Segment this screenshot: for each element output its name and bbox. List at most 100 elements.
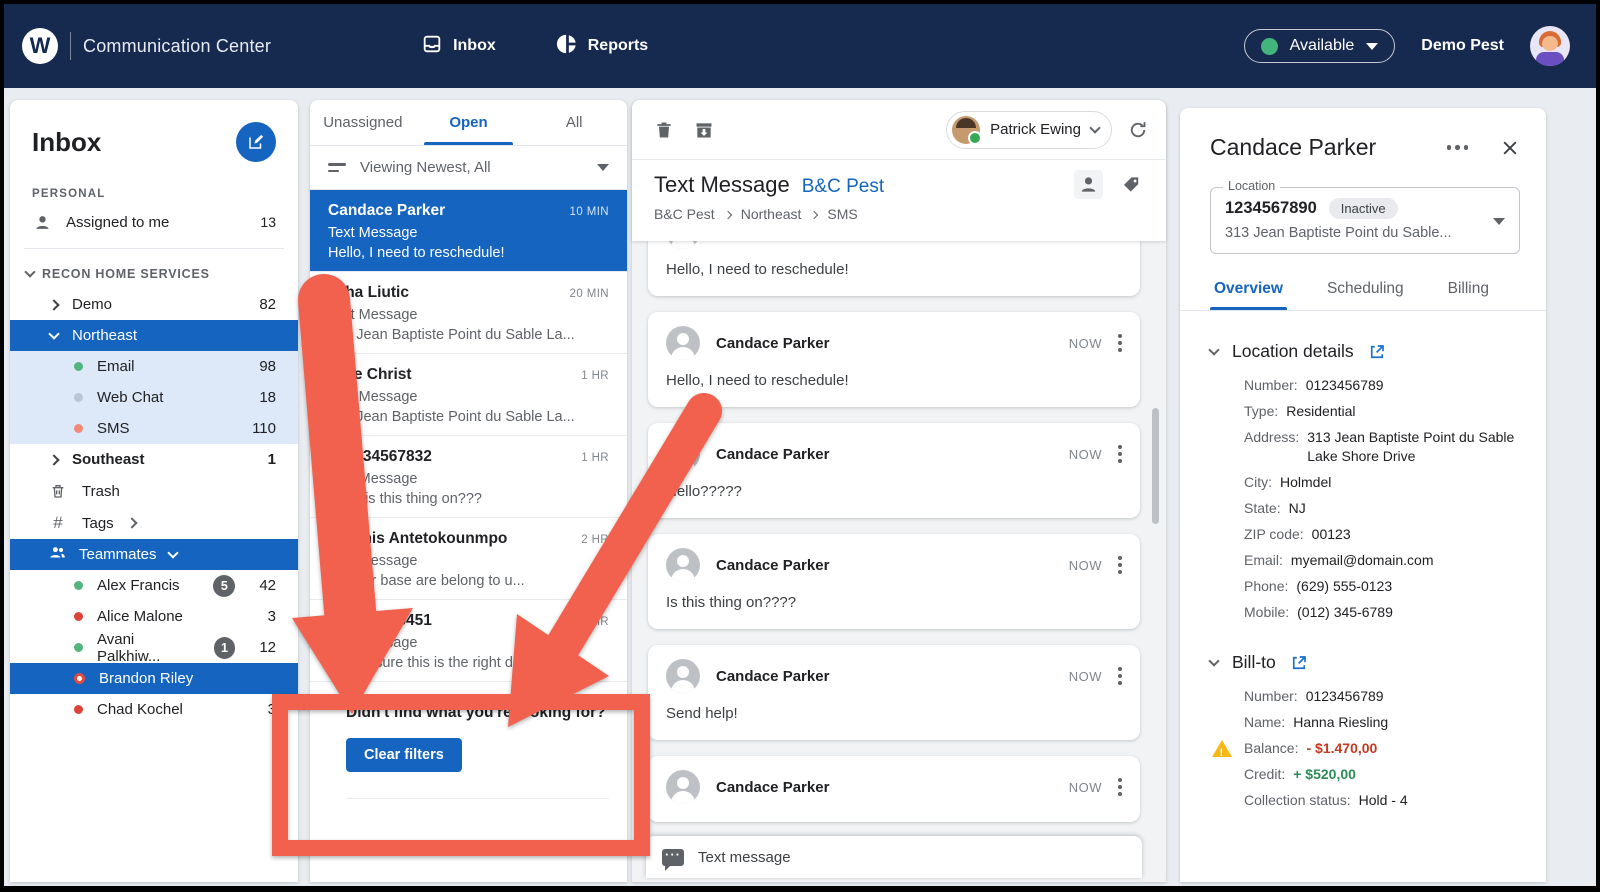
message-menu-icon[interactable] <box>1118 334 1122 352</box>
message-composer[interactable]: Text message <box>646 836 1142 878</box>
conversation-item[interactable]: Miha Liutic 20 MIN Text Message 313 Jean … <box>310 272 627 354</box>
conversation-time: 1 HR <box>581 370 609 382</box>
row-value: (629) 555-0123 <box>1296 578 1393 594</box>
teammate-count: 42 <box>259 577 276 594</box>
message-menu-icon[interactable] <box>1118 778 1122 796</box>
tag-icon[interactable] <box>1117 170 1146 199</box>
tab-overview[interactable]: Overview <box>1210 280 1287 310</box>
sidebar-item-teammates[interactable]: Teammates <box>10 539 298 570</box>
teammate-avani-palkhiw[interactable]: Avani Palkhiw... 1 12 <box>10 631 298 665</box>
sidebar-item-web-chat[interactable]: Web Chat 18 <box>10 382 298 413</box>
composer-placeholder: Text message <box>698 848 791 866</box>
sidebar-item-southeast[interactable]: Southeast 1 <box>10 444 298 475</box>
top-navbar: W Communication Center Inbox Reports Ava… <box>4 4 1596 88</box>
assigned-count: 13 <box>260 214 276 230</box>
conversation-preview: Hello is this thing on??? <box>328 491 482 507</box>
breadcrumb-item[interactable]: B&C Pest <box>654 206 715 222</box>
availability-dropdown[interactable]: Available <box>1243 29 1396 63</box>
chevron-down-icon <box>1208 654 1220 667</box>
row-label: Number: <box>1244 688 1298 704</box>
clear-filters-button[interactable]: Clear filters <box>346 738 462 772</box>
tab-scheduling[interactable]: Scheduling <box>1327 280 1404 310</box>
breadcrumb-item[interactable]: SMS <box>827 206 857 222</box>
sidebar-org-header[interactable]: RECON HOME SERVICES <box>10 259 298 289</box>
conversation-item[interactable]: +18734567832 1 HR Text Message Hello is t… <box>310 436 627 518</box>
teammate-alex-francis[interactable]: Alex Francis 5 42 <box>10 570 298 601</box>
bill-to-header[interactable]: Bill-to <box>1208 652 1520 673</box>
message-card: Candace Parker NOW Send help! <box>648 645 1140 740</box>
tree-count: 82 <box>259 296 276 313</box>
conversation-name: +17364523451 <box>328 612 432 629</box>
message-card: Candace Parker NOW Hello, I need to resc… <box>648 312 1140 407</box>
conversation-item[interactable]: Giannis Antetokounmpo 2 HR Text Message A… <box>310 518 627 600</box>
message-text: Hello, I need to reschedule! <box>666 372 849 389</box>
message-menu-icon[interactable] <box>1118 445 1122 463</box>
chevron-down-icon <box>597 164 609 171</box>
chevron-down-icon <box>1089 122 1101 134</box>
sort-icon <box>328 163 346 172</box>
teammate-alice-malone[interactable]: Alice Malone 3 <box>10 601 298 632</box>
conversation-item[interactable]: Candace Parker 10 MIN Text Message Hello,… <box>310 190 627 272</box>
tab-unassigned[interactable]: Unassigned <box>310 100 416 145</box>
chevron-right-icon <box>48 298 60 311</box>
status-dot <box>74 705 83 714</box>
sidebar-item-sms[interactable]: SMS 110 <box>10 413 298 444</box>
scrollbar-thumb[interactable] <box>1152 408 1159 524</box>
sidebar-item-email[interactable]: Email 98 <box>10 351 298 382</box>
sidebar-item-trash[interactable]: Trash <box>10 475 298 507</box>
assignee-dropdown[interactable]: Patrick Ewing <box>946 110 1112 149</box>
location-status-badge: Inactive <box>1328 198 1398 219</box>
detail-row: ZIP code: 00123 <box>1244 525 1520 544</box>
sidebar-item-assigned-to-me[interactable]: Assigned to me 13 <box>10 206 298 238</box>
tree-count: 18 <box>259 389 276 406</box>
nav-reports[interactable]: Reports <box>556 33 648 60</box>
location-details-header[interactable]: Location details <box>1208 341 1520 362</box>
app-window: W Communication Center Inbox Reports Ava… <box>0 0 1600 892</box>
availability-label: Available <box>1289 37 1355 54</box>
more-options-icon[interactable] <box>1441 139 1475 156</box>
chat-bubble-icon <box>662 847 684 871</box>
row-label: Credit: <box>1244 766 1286 782</box>
conversation-item[interactable]: +17364523451 3 HR Text Message I'm not su… <box>310 600 627 682</box>
chevron-down-icon <box>24 266 36 278</box>
breadcrumb-item[interactable]: Northeast <box>741 206 802 222</box>
row-value: + $520,00 <box>1293 766 1356 782</box>
message-menu-icon[interactable] <box>1118 667 1122 685</box>
conversation-time: 20 MIN <box>569 288 609 300</box>
external-link-icon[interactable] <box>1290 654 1308 672</box>
nav-inbox[interactable]: Inbox <box>421 33 496 60</box>
detail-row: Email: myemail@domain.com <box>1244 551 1520 570</box>
message-menu-icon[interactable] <box>1118 556 1122 574</box>
location-selector[interactable]: Location 1234567890 Inactive 313 Jean Ba… <box>1210 179 1520 254</box>
sidebar-item-demo[interactable]: Demo 82 <box>10 289 298 320</box>
availability-status-dot <box>1260 37 1278 55</box>
detail-row: Address: 313 Jean Baptiste Point du Sable… <box>1244 428 1520 466</box>
thread-header: Patrick Ewing Text Message B&C Pest B&C … <box>632 100 1166 241</box>
user-avatar[interactable] <box>1530 26 1570 66</box>
compose-button[interactable] <box>236 122 276 162</box>
hash-icon: # <box>53 513 63 532</box>
teammate-chad-kochel[interactable]: Chad Kochel 3 <box>10 694 298 725</box>
contact-icon[interactable] <box>1074 170 1103 199</box>
external-link-icon[interactable] <box>1368 343 1386 361</box>
detail-row: Name: Hanna Riesling <box>1244 713 1520 732</box>
conversation-item[interactable]: Mike Christ 1 HR Text Message 313 Jean Ba… <box>310 354 627 436</box>
list-filter-dropdown[interactable]: Viewing Newest, All <box>310 146 627 190</box>
message-card: Candace Parker NOW Is this thing on???? <box>648 534 1140 629</box>
empty-state-text: Didn't find what you're looking for? <box>346 704 606 721</box>
conversation-preview: All your base are belong to u... <box>328 573 525 589</box>
close-icon[interactable] <box>1500 138 1520 158</box>
sidebar-item-northeast[interactable]: Northeast <box>10 320 298 351</box>
row-value: myemail@domain.com <box>1290 552 1434 568</box>
teammate-brandon-riley[interactable]: Brandon Riley <box>10 663 298 694</box>
detail-row: Number: 0123456789 <box>1244 687 1520 706</box>
delete-conversation-icon[interactable] <box>654 120 674 140</box>
refresh-icon[interactable] <box>1128 120 1148 140</box>
status-dot <box>74 612 83 621</box>
row-value: 313 Jean Baptiste Point du Sable Lake Sh… <box>1307 429 1515 464</box>
tab-open[interactable]: Open <box>416 100 522 145</box>
sidebar-item-tags[interactable]: # Tags <box>10 507 298 539</box>
tab-all[interactable]: All <box>521 100 627 145</box>
archive-icon[interactable] <box>694 120 714 140</box>
tab-billing[interactable]: Billing <box>1448 280 1489 310</box>
